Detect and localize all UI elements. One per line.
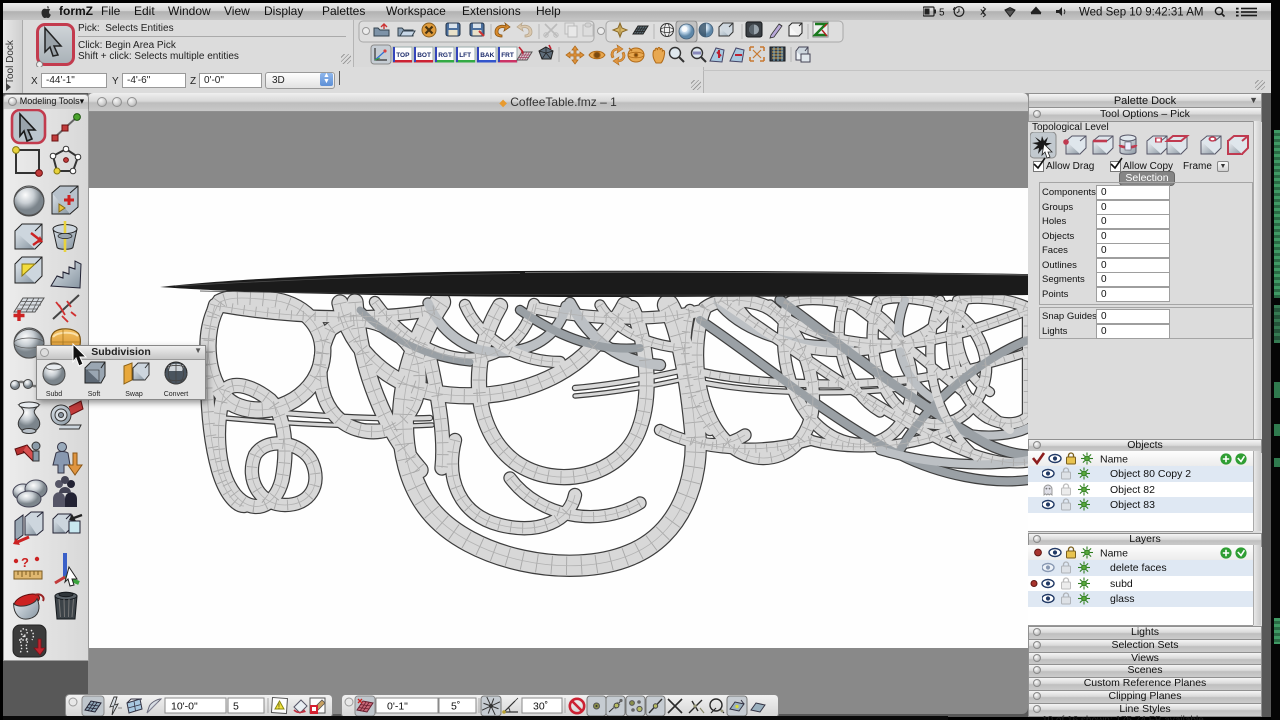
svg-text:FRT: FRT — [501, 52, 514, 59]
svg-text:!: ! — [278, 704, 280, 711]
svg-text:BAK: BAK — [480, 52, 494, 59]
svg-text:0'-1": 0'-1" — [387, 701, 408, 713]
svg-text:RGT: RGT — [438, 52, 452, 59]
svg-text:TOP: TOP — [396, 52, 410, 59]
svg-text:5: 5 — [233, 701, 239, 713]
svg-text:Soft: Soft — [88, 391, 101, 398]
svg-text:Name: Name — [1100, 548, 1128, 560]
svg-text:Swap: Swap — [125, 391, 143, 398]
svg-text:5˚: 5˚ — [451, 701, 460, 713]
svg-text:Convert: Convert — [164, 391, 189, 398]
svg-text:30˚: 30˚ — [533, 701, 548, 713]
svg-text:Subd: Subd — [46, 391, 62, 398]
svg-text:Wed Sep 10 9:42:31 AM: Wed Sep 10 9:42:31 AM — [1079, 7, 1203, 19]
svg-text:BOT: BOT — [417, 52, 431, 59]
svg-text:10'-0": 10'-0" — [171, 701, 198, 713]
svg-text:LFT: LFT — [459, 52, 471, 59]
svg-text:Name: Name — [1100, 454, 1128, 466]
svg-text:?: ? — [21, 555, 29, 570]
svg-text:5: 5 — [939, 8, 945, 19]
